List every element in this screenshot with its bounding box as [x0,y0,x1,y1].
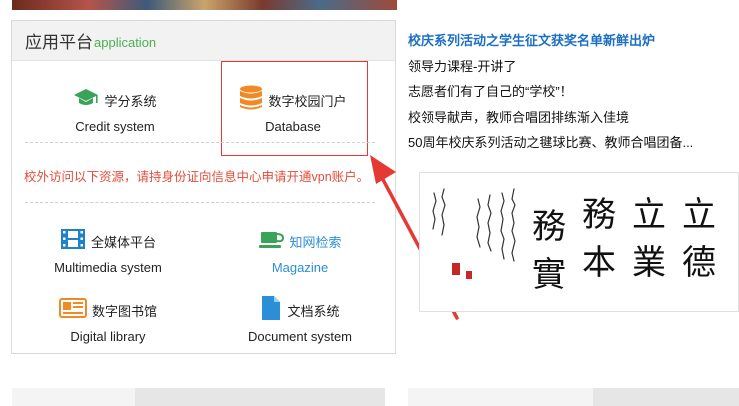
cup-icon [258,228,285,255]
bottom-tab[interactable] [135,388,385,406]
newspaper-icon [58,297,87,324]
tile-label-en: Digital library [70,329,146,344]
news-item[interactable]: 志愿者们有了自己的“学校”！ [408,83,739,109]
calligraphy-char: 業 [632,243,666,283]
tile-label-cn: 知网检索 [289,234,342,250]
tile-label-en: Document system [247,329,353,344]
divider [25,142,375,143]
calligraphy-inscription [432,188,516,279]
tile-label-cn: 全媒体平台 [90,234,156,250]
calligraphy-char: 立 [682,195,716,235]
panel-title: 应用平台 [25,33,93,52]
news-item[interactable]: 校领导献声，教师合唱团排练渐入佳境 [408,109,739,135]
calligraphy-image[interactable]: 立 德 立 業 務 本 務 實 [419,172,739,312]
calligraphy-char: 德 [682,243,716,283]
news-item[interactable]: 校庆系列活动之学生征文获奖名单新鲜出炉 [408,32,739,58]
news-item[interactable]: 领导力课程-开讲了 [408,58,739,84]
calligraphy-char: 立 [632,195,666,235]
panel-subtitle: application [94,35,157,50]
calligraphy-char: 實 [532,255,566,295]
bottom-tab[interactable] [408,388,593,406]
tile-credit-system[interactable]: 学分系统 Credit system [30,87,200,134]
graduation-cap-icon [73,87,99,114]
tile-label-cn: 文档系统 [287,303,340,319]
calligraphy-char: 本 [582,243,616,283]
calligraphy-char: 務 [582,195,616,235]
news-item[interactable]: 50周年校庆系列活动之毽球比赛、教师合唱团备... [408,134,739,160]
tile-label-cn: 学分系统 [104,93,157,109]
calligraphy-char: 務 [532,207,566,247]
bottom-tab-bar [12,388,739,406]
bottom-tab[interactable] [593,388,739,406]
document-icon [260,295,282,326]
tile-digital-library[interactable]: 数字图书馆 Digital library [23,297,193,344]
tile-multimedia-system[interactable]: 全媒体平台 Multimedia system [23,228,193,275]
news-list: 校庆系列活动之学生征文获奖名单新鲜出炉 领导力课程-开讲了 志愿者们有了自己的“… [408,32,739,160]
bottom-tab[interactable] [12,388,135,406]
film-icon [60,228,86,255]
panel-header: 应用平台 application [12,21,395,61]
banner-photo-strip [12,0,397,10]
tile-label-en: Credit system [75,119,155,134]
divider [25,202,375,203]
tile-label-en: Multimedia system [54,260,162,275]
vpn-notice: 校外访问以下资源，请持身份证向信息中心申请开通vpn账户。 [24,170,370,184]
tile-label-cn: 数字图书馆 [91,303,157,319]
